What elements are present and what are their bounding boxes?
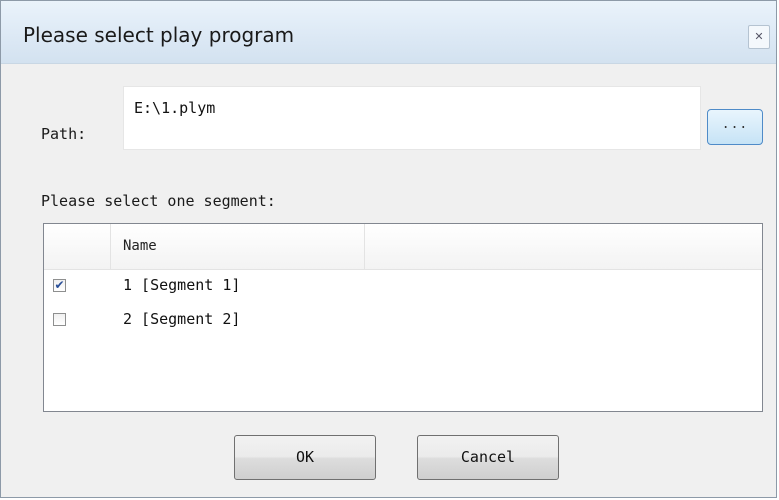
close-button[interactable]: ✕ — [748, 25, 770, 49]
segment-label: 2 [Segment 2] — [123, 310, 241, 328]
cancel-button[interactable]: Cancel — [417, 435, 559, 480]
ok-button[interactable]: OK — [234, 435, 376, 480]
dialog-title: Please select play program — [23, 23, 295, 47]
path-label: Path: — [41, 125, 87, 143]
segment-prompt: Please select one segment: — [41, 192, 276, 210]
list-item[interactable]: 2 [Segment 2] — [44, 308, 762, 334]
title-bar[interactable]: Please select play program ✕ — [1, 1, 776, 64]
checkbox-column-header[interactable] — [44, 224, 111, 269]
segment-checkbox[interactable] — [53, 313, 66, 326]
select-program-dialog: Please select play program ✕ Path: E:\1.… — [0, 0, 777, 498]
segment-label: 1 [Segment 1] — [123, 276, 241, 294]
segment-checkbox[interactable]: ✔ — [53, 279, 66, 292]
browse-button[interactable]: ... — [707, 109, 763, 145]
close-icon: ✕ — [754, 30, 764, 43]
list-header: Name — [44, 224, 762, 270]
segment-list[interactable]: Name ✔ 1 [Segment 1] 2 [Segment 2] — [43, 223, 763, 412]
path-input[interactable]: E:\1.plym — [123, 86, 701, 150]
name-column-header[interactable]: Name — [111, 224, 365, 269]
list-item[interactable]: ✔ 1 [Segment 1] — [44, 274, 762, 300]
